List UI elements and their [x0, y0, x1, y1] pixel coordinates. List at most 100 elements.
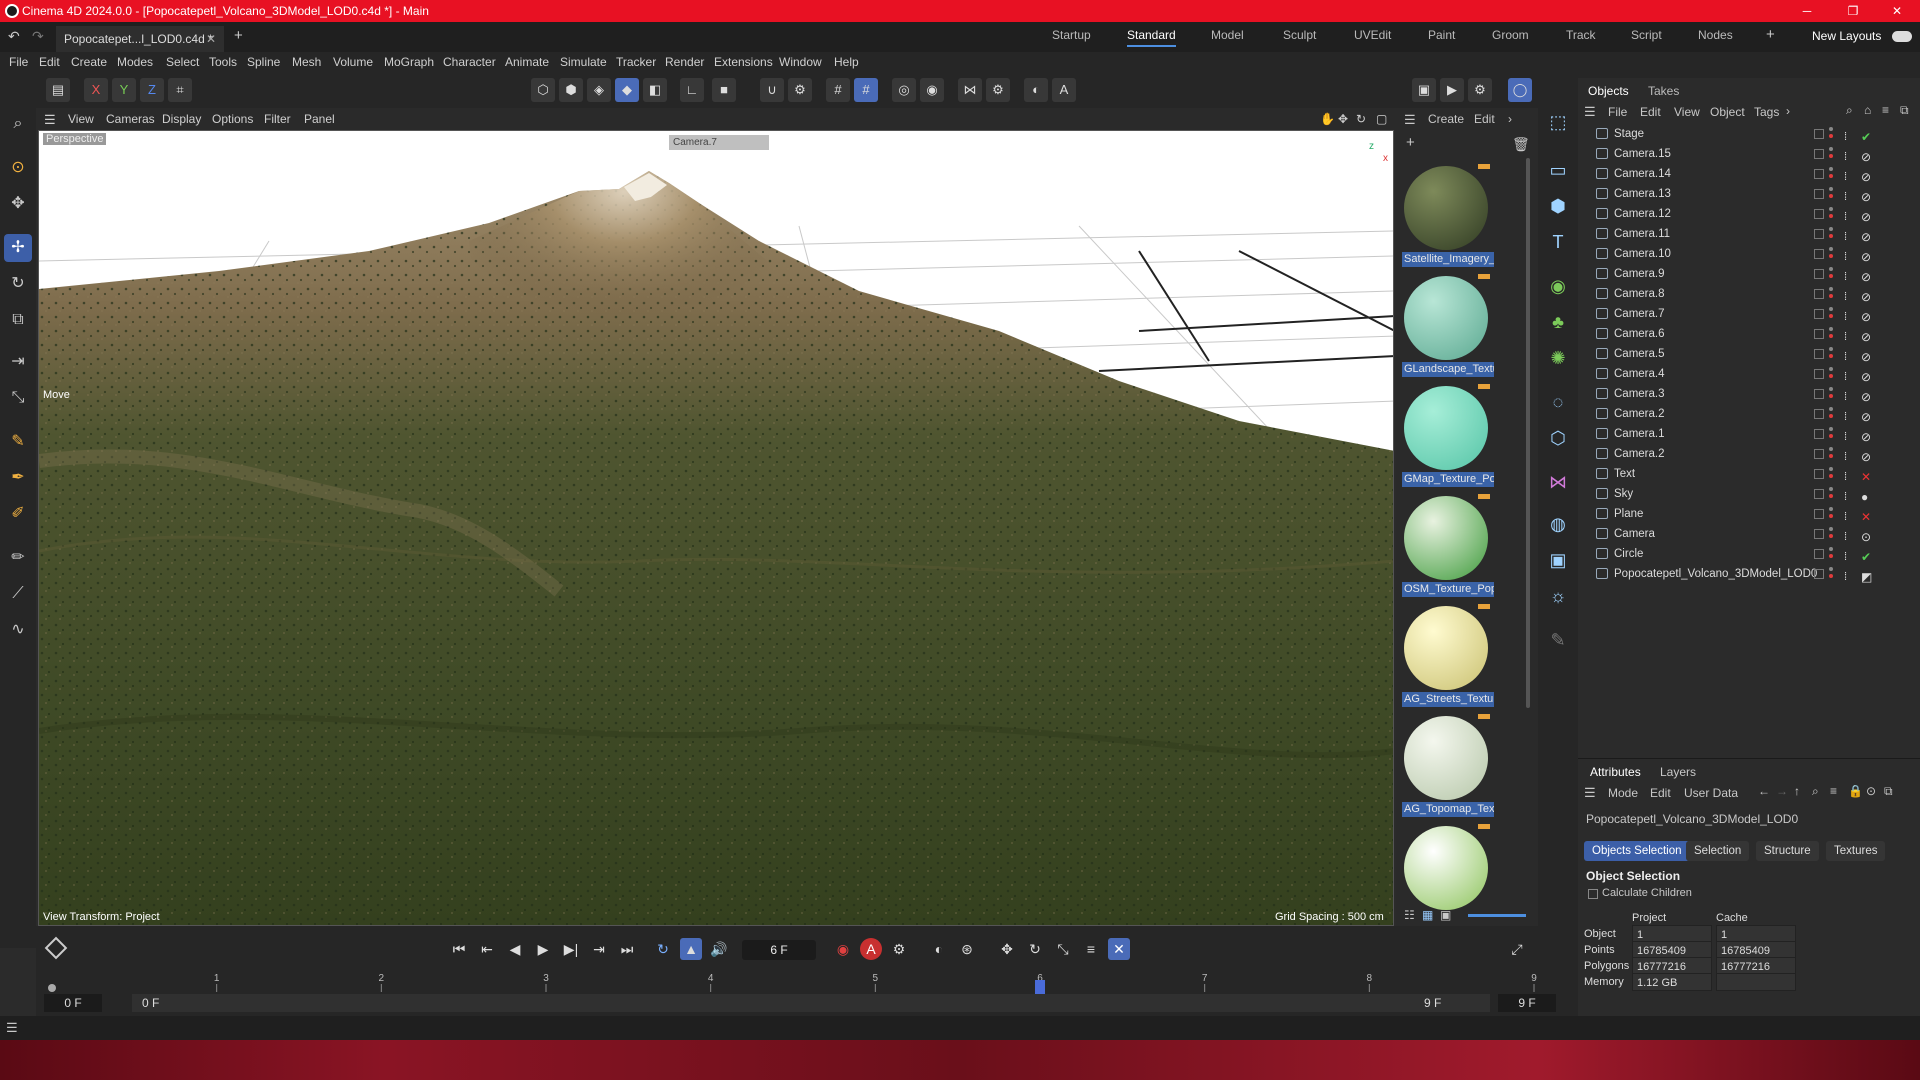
environment-icon[interactable]: ⋈ — [1544, 468, 1572, 496]
layer-flag[interactable] — [1814, 309, 1824, 319]
sound-icon[interactable]: 🔊 — [708, 938, 730, 960]
viewport-menu-display[interactable]: Display — [162, 112, 201, 126]
solo-icon[interactable]: ■ — [712, 78, 736, 102]
mirror-icon[interactable]: ⋈ — [958, 78, 982, 102]
x-axis-button[interactable]: X — [84, 78, 108, 102]
frame-range-bar[interactable] — [132, 994, 1490, 1012]
move-tool-icon[interactable]: ✢ — [4, 234, 32, 262]
menu-edit[interactable]: Edit — [39, 55, 60, 69]
end-frame-field[interactable]: 9 F — [1498, 994, 1556, 1012]
layer-flag[interactable] — [1814, 269, 1824, 279]
viewport-menu-view[interactable]: View — [68, 112, 94, 126]
back-icon[interactable]: ← — [1758, 784, 1770, 798]
visibility-dots[interactable] — [1829, 407, 1833, 421]
scene-icon[interactable]: ▤ — [46, 78, 70, 102]
previous-key-icon[interactable]: ⇤ — [476, 938, 498, 960]
visibility-dots[interactable] — [1829, 527, 1833, 541]
edges-mode-icon[interactable]: ◈ — [587, 78, 611, 102]
menu-simulate[interactable]: Simulate — [560, 55, 607, 69]
layer-flag[interactable] — [1814, 469, 1824, 479]
parameter-key-icon[interactable]: ≡ — [1080, 938, 1102, 960]
object-row[interactable]: Camera.2 ⁞ ⊘ — [1578, 444, 1920, 464]
filter-icon[interactable]: ≡ — [1882, 103, 1889, 117]
motion-record-icon[interactable]: ◐ — [928, 938, 950, 960]
visibility-dots[interactable] — [1829, 547, 1833, 561]
3d-viewport[interactable]: Perspective Camera.7 z x Move View Trans… — [38, 130, 1394, 926]
attributes-menu-edit[interactable]: Edit — [1650, 786, 1671, 800]
layer-flag[interactable] — [1814, 569, 1824, 579]
object-row[interactable]: Stage ⁞ ✔ — [1578, 124, 1920, 144]
subtab-structure[interactable]: Structure — [1756, 841, 1819, 861]
object-row[interactable]: Camera.9 ⁞ ⊘ — [1578, 264, 1920, 284]
z-axis-button[interactable]: Z — [140, 78, 164, 102]
calculate-children-checkbox[interactable] — [1588, 889, 1598, 899]
visibility-dots[interactable] — [1829, 247, 1833, 261]
object-row[interactable]: Camera.11 ⁞ ⊘ — [1578, 224, 1920, 244]
rotation-key-icon[interactable]: ↻ — [1024, 938, 1046, 960]
layer-flag[interactable] — [1814, 289, 1824, 299]
subtab-selection[interactable]: Selection — [1686, 841, 1750, 861]
layer-flag[interactable] — [1814, 209, 1824, 219]
layer-flag[interactable] — [1814, 349, 1824, 359]
current-frame-field[interactable]: 6 F — [742, 940, 816, 960]
cube-icon[interactable]: ⬢ — [1544, 192, 1572, 220]
menu-modes[interactable]: Modes — [117, 55, 153, 69]
objects-hamburger-icon[interactable]: ☰ — [1584, 104, 1596, 120]
layout-sculpt[interactable]: Sculpt — [1283, 28, 1316, 42]
menu-volume[interactable]: Volume — [333, 55, 373, 69]
layer-flag[interactable] — [1814, 369, 1824, 379]
layout-groom[interactable]: Groom — [1492, 28, 1529, 42]
autokey-icon[interactable]: A — [860, 938, 882, 960]
object-row[interactable]: Camera.13 ⁞ ⊘ — [1578, 184, 1920, 204]
layer-flag[interactable] — [1814, 529, 1824, 539]
status-hamburger-icon[interactable]: ☰ — [6, 1020, 18, 1036]
selection-tools-icon[interactable]: ✥ — [4, 190, 32, 218]
active-camera-label[interactable]: Camera.7 — [669, 135, 769, 150]
loop-icon[interactable]: ↻ — [652, 938, 674, 960]
object-row[interactable]: Camera.5 ⁞ ⊘ — [1578, 344, 1920, 364]
object-row[interactable]: Camera.6 ⁞ ⊘ — [1578, 324, 1920, 344]
keyframe-settings-icon[interactable]: ⚙ — [888, 938, 910, 960]
layer-flag[interactable] — [1814, 489, 1824, 499]
soft-selection-icon[interactable]: ◉ — [920, 78, 944, 102]
sky-icon[interactable]: ◍ — [1544, 510, 1572, 538]
object-row[interactable]: Camera.8 ⁞ ⊘ — [1578, 284, 1920, 304]
layer-flag[interactable] — [1814, 429, 1824, 439]
model-mode-icon[interactable]: ⬡ — [531, 78, 555, 102]
visibility-dots[interactable] — [1829, 307, 1833, 321]
objects-menu-file[interactable]: File — [1608, 105, 1627, 119]
search-icon[interactable]: ⌕ — [4, 110, 32, 138]
generator-icon[interactable]: ✺ — [1544, 344, 1572, 372]
subtab-textures[interactable]: Textures — [1826, 841, 1886, 861]
transfer-tool-icon[interactable]: ⇥ — [4, 348, 32, 376]
rotate-tool-icon[interactable]: ↻ — [4, 270, 32, 298]
object-row[interactable]: Camera.15 ⁞ ⊘ — [1578, 144, 1920, 164]
layer-flag[interactable] — [1814, 229, 1824, 239]
object-tag-icon[interactable]: ◩ — [1861, 567, 1872, 587]
material-item[interactable]: AG_Streets_Textur — [1400, 602, 1494, 708]
timeline-ruler[interactable]: 123456789 — [46, 970, 1546, 994]
object-row[interactable]: Camera ⁞ ⊙ — [1578, 524, 1920, 544]
more-menus-icon[interactable]: › — [1786, 104, 1790, 118]
tab-attributes[interactable]: Attributes — [1590, 765, 1641, 779]
object-row[interactable]: Popocatepetl_Volcano_3DModel_LOD0 ⁞ ◩ — [1578, 564, 1920, 584]
layout-standard[interactable]: Standard — [1127, 28, 1176, 47]
material-item[interactable]: GMap_Texture_Po — [1400, 382, 1494, 488]
viewport-solo-icon[interactable]: ◐ — [1024, 78, 1048, 102]
add-material-icon[interactable]: + — [1406, 134, 1415, 151]
viewport-menu-cameras[interactable]: Cameras — [106, 112, 155, 126]
attributes-hamburger-icon[interactable]: ☰ — [1584, 785, 1596, 801]
search-objects-icon[interactable]: ⌕ — [1846, 103, 1853, 118]
visibility-dots[interactable] — [1829, 327, 1833, 341]
menu-file[interactable]: File — [9, 55, 28, 69]
material-item[interactable]: AG_Topomap_Tex — [1400, 712, 1494, 818]
forward-icon[interactable]: → — [1776, 784, 1788, 798]
material-item[interactable]: Satellite_Imagery_ — [1400, 162, 1494, 268]
rotate-view-icon[interactable]: ↻ — [1356, 112, 1366, 126]
mograph-effector-icon[interactable]: ♣ — [1544, 308, 1572, 336]
menu-select[interactable]: Select — [166, 55, 199, 69]
home-icon[interactable]: ⌂ — [1864, 103, 1871, 117]
up-icon[interactable]: ↑ — [1794, 784, 1800, 798]
scale-tool-icon[interactable]: ⧉ — [4, 306, 32, 334]
y-axis-button[interactable]: Y — [112, 78, 136, 102]
